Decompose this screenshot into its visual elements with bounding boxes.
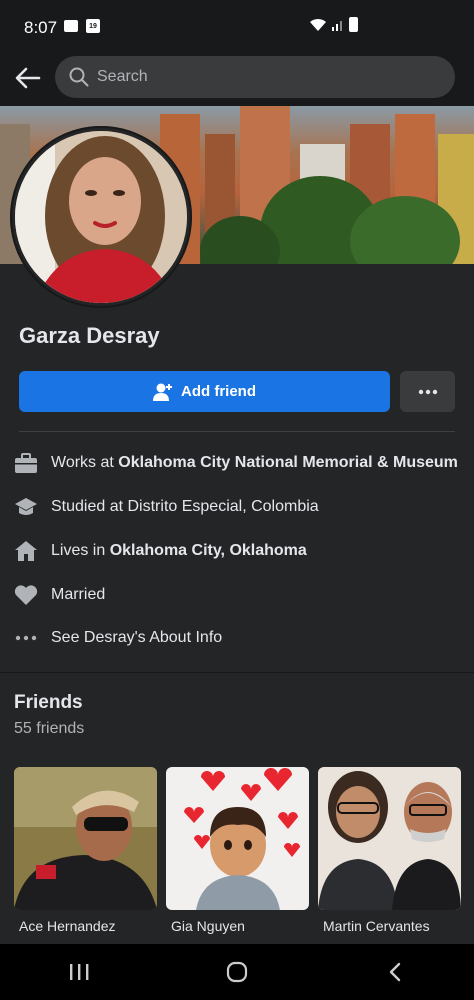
- status-time: 8:07: [24, 18, 58, 37]
- graduation-cap-icon: [14, 495, 38, 519]
- search-bar[interactable]: [55, 56, 455, 98]
- education-text: Studied at Distrito Especial, Colombia: [51, 498, 319, 515]
- work-prefix: Works at: [51, 454, 119, 471]
- house-icon: [14, 539, 38, 563]
- recent-apps-icon: [70, 964, 89, 980]
- add-friend-icon: [153, 383, 172, 401]
- more-dots-icon: [14, 626, 38, 650]
- recent-apps-button[interactable]: [49, 952, 109, 992]
- relationship-text: Married: [51, 586, 106, 603]
- profile-avatar[interactable]: [10, 126, 192, 308]
- friend-photo: [14, 767, 157, 910]
- system-nav-bar: [0, 944, 474, 1000]
- section-divider: [0, 672, 474, 673]
- add-friend-label: Add friend: [181, 383, 256, 400]
- see-about-label: See Desray's About Info: [51, 629, 223, 646]
- status-indicators: [309, 17, 358, 32]
- signal-icon: [332, 20, 342, 31]
- back-button[interactable]: [12, 62, 44, 94]
- top-bar: [0, 52, 474, 106]
- more-dots-icon: [418, 389, 437, 394]
- info-relationship: Married: [14, 580, 105, 610]
- system-back-button[interactable]: [365, 952, 425, 992]
- profile-name: Garza Desray: [19, 323, 160, 348]
- friends-count: 55 friends: [14, 720, 85, 737]
- wifi-icon: [310, 18, 326, 31]
- friend-card[interactable]: Gia Nguyen: [166, 767, 309, 934]
- home-city-link[interactable]: Oklahoma City, Oklahoma: [110, 542, 307, 559]
- more-options-button[interactable]: [400, 371, 455, 412]
- calendar-notification-icon: 19: [86, 19, 100, 33]
- home-prefix: Lives in: [51, 542, 110, 559]
- info-work: Works at Oklahoma City National Memorial…: [14, 448, 458, 478]
- friend-photo: [318, 767, 461, 910]
- friend-card[interactable]: Ace Hernandez: [14, 767, 157, 934]
- friend-name: Ace Hernandez: [19, 918, 116, 934]
- friend-name: Gia Nguyen: [171, 918, 245, 934]
- home-button[interactable]: [207, 952, 267, 992]
- heart-icon: [14, 583, 38, 607]
- friends-heading: Friends: [14, 692, 83, 713]
- back-arrow-icon: [15, 67, 41, 89]
- work-place-link[interactable]: Oklahoma City National Memorial & Museum: [118, 454, 458, 471]
- avatar-portrait: [15, 131, 187, 303]
- info-education: Studied at Distrito Especial, Colombia: [14, 492, 319, 522]
- home-circle-icon: [226, 961, 248, 983]
- battery-icon: [349, 17, 358, 32]
- chevron-left-icon: [389, 962, 401, 982]
- status-bar: 8:07 19: [0, 0, 474, 52]
- info-home: Lives in Oklahoma City, Oklahoma: [14, 536, 307, 566]
- add-friend-button[interactable]: Add friend: [19, 371, 390, 412]
- divider: [19, 431, 455, 432]
- search-input[interactable]: [97, 68, 427, 86]
- see-about-info-link[interactable]: See Desray's About Info: [14, 623, 222, 653]
- friend-name: Martin Cervantes: [323, 918, 430, 934]
- friend-card[interactable]: Martin Cervantes: [318, 767, 461, 934]
- friend-photo: [166, 767, 309, 910]
- search-icon: [69, 67, 89, 87]
- briefcase-icon: [14, 451, 38, 475]
- message-notification-icon: [64, 20, 78, 32]
